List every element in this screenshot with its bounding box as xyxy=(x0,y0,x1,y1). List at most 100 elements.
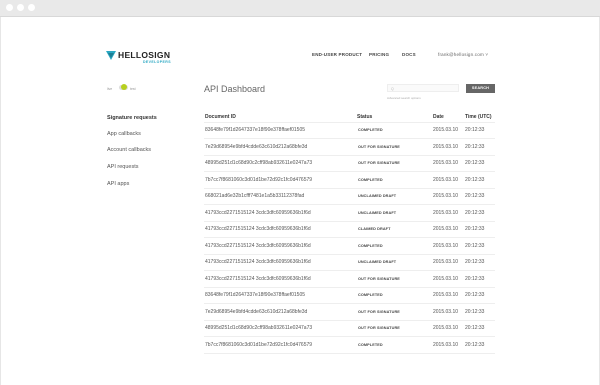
table-row-divider xyxy=(204,237,495,238)
brand-logo[interactable]: HELLOSIGN DEVELOPERS xyxy=(106,50,186,72)
time-cell: 20:12:33 xyxy=(465,127,485,133)
sidebar-item-api-requests[interactable]: API requests xyxy=(107,164,139,170)
date-cell: 2015.03.10 xyxy=(433,275,459,282)
status-badge: UNCLAIMED DRAFT xyxy=(358,194,397,198)
table-row-divider xyxy=(204,319,495,321)
document-id[interactable]: 7e29d68954e9bfd4cdde63c610d212a68bfe3d xyxy=(205,144,307,150)
document-id[interactable]: 668021ad6e32b1cfff7481e1a5b33112378fad xyxy=(205,193,304,199)
time-cell: 20:12:33 xyxy=(465,193,485,199)
sidebar-item-api-apps[interactable]: API apps xyxy=(107,181,129,187)
nav-docs[interactable]: DOCS xyxy=(402,52,416,57)
date-cell: 2015.03.10 xyxy=(433,143,459,150)
nav-end-user-product[interactable]: END-USER PRODUCT xyxy=(312,52,362,57)
table-row-divider xyxy=(204,253,495,255)
column-header-document-id[interactable]: Document ID xyxy=(205,114,236,120)
table-row-divider xyxy=(204,303,495,304)
date-cell: 2015.03.10 xyxy=(433,325,459,331)
document-id[interactable]: 83648fe79f1d2647337e18f90e378ffaef01505 xyxy=(205,292,305,298)
table-row-divider xyxy=(204,352,495,354)
status-badge: COMPLETED xyxy=(358,243,383,248)
status-badge: COMPLETED xyxy=(358,342,383,347)
status-badge: COMPLETED xyxy=(358,128,383,132)
document-id[interactable]: 48995d251d1c68d90c2cff98ab932611e0247a73 xyxy=(205,160,312,166)
time-cell: 20:12:33 xyxy=(465,275,485,282)
toggle-knob-icon[interactable] xyxy=(121,84,127,90)
mode-test-label: test xyxy=(130,87,136,91)
status-badge: CLAIMED DRAFT xyxy=(358,227,391,231)
column-header-time[interactable]: Time (UTC) xyxy=(465,114,492,120)
time-cell: 20:12:33 xyxy=(465,226,485,232)
time-cell: 20:12:33 xyxy=(465,209,485,216)
date-cell: 2015.03.10 xyxy=(433,209,459,216)
sidebar-item-signature-requests[interactable]: Signature requests xyxy=(107,115,157,121)
date-cell: 2015.03.10 xyxy=(433,341,459,348)
column-header-date[interactable]: Date xyxy=(433,114,444,120)
browser-chrome xyxy=(0,0,600,17)
account-menu[interactable]: frank@hellosign.com ˅ xyxy=(438,52,488,57)
time-cell: 20:12:33 xyxy=(465,242,485,249)
brand-name: HELLOSIGN xyxy=(118,50,171,60)
search-button[interactable]: SEARCH xyxy=(466,84,495,93)
table-row-divider xyxy=(204,336,495,337)
window-dot-icon[interactable] xyxy=(28,4,35,11)
time-cell: 20:12:33 xyxy=(465,259,485,265)
table-divider xyxy=(204,122,495,123)
page-title: API Dashboard xyxy=(204,84,266,94)
date-cell: 2015.03.10 xyxy=(433,160,459,166)
brand-sub: DEVELOPERS xyxy=(143,60,171,64)
table-row-divider xyxy=(204,220,495,222)
date-cell: 2015.03.10 xyxy=(433,292,459,298)
date-cell: 2015.03.10 xyxy=(433,193,459,199)
document-id[interactable]: 7b7cc7f8681060c3d01d1be72d92c1fc0d476579 xyxy=(205,177,312,183)
time-cell: 20:12:33 xyxy=(465,160,485,166)
nav-pricing[interactable]: PRICING xyxy=(369,52,389,57)
status-badge: OUT FOR SIGNATURE xyxy=(358,326,400,330)
status-badge: UNCLAIMED DRAFT xyxy=(358,260,397,264)
date-cell: 2015.03.10 xyxy=(433,308,459,315)
document-id[interactable]: 41793ccd2271515124 3cdc3dfc60959636b1f6d xyxy=(205,210,311,216)
page: HELLOSIGN DEVELOPERS END-USER PRODUCT PR… xyxy=(1,17,599,385)
date-cell: 2015.03.10 xyxy=(433,176,459,183)
status-badge: OUT FOR SIGNATURE xyxy=(358,144,400,149)
table-row-divider xyxy=(204,138,495,139)
time-cell: 20:12:33 xyxy=(465,176,485,183)
document-id[interactable]: 7e29d68954e9bfd4cdde63c610d212a68bfe3d xyxy=(205,309,307,315)
date-cell: 2015.03.10 xyxy=(433,226,459,232)
mode-live-label: live xyxy=(107,87,113,91)
document-id[interactable]: 41793ccd2271515124 3cdc3dfc60959636b1f6d xyxy=(205,276,311,282)
hellosign-logo-icon xyxy=(106,51,116,60)
sidebar-item-app-callbacks[interactable]: App callbacks xyxy=(107,131,141,137)
document-id[interactable]: 83648fe79f1d2647337e18f90e378ffaef01505 xyxy=(205,127,305,133)
document-id[interactable]: 48995d251d1c68d90c2cff98ab932611e0247a73 xyxy=(205,325,312,331)
document-id[interactable]: 41793ccd2271515124 3cdc3dfc60959636b1f6d xyxy=(205,226,311,232)
time-cell: 20:12:33 xyxy=(465,292,485,298)
time-cell: 20:12:33 xyxy=(465,325,485,331)
window-dot-icon[interactable] xyxy=(6,4,13,11)
time-cell: 20:12:33 xyxy=(465,341,485,348)
table-row-divider xyxy=(204,171,495,172)
sidebar-item-account-callbacks[interactable]: Account callbacks xyxy=(107,147,151,153)
table-row-divider xyxy=(204,187,495,189)
document-id[interactable]: 7b7cc7f8681060c3d01d1be72d92c1fc0d476579 xyxy=(205,342,312,348)
document-id[interactable]: 41793ccd2271515124 3cdc3dfc60959636b1f6d xyxy=(205,243,311,249)
status-badge: COMPLETED xyxy=(358,177,383,182)
search-input[interactable]: Q xyxy=(387,84,459,92)
document-id[interactable]: 41793ccd2271515124 3cdc3dfc60959636b1f6d xyxy=(205,259,311,265)
table-row-divider xyxy=(204,270,495,271)
status-badge: OUT FOR SIGNATURE xyxy=(358,161,400,165)
date-cell: 2015.03.10 xyxy=(433,242,459,249)
column-header-status[interactable]: Status xyxy=(357,114,372,120)
search-icon: Q xyxy=(391,87,394,91)
advanced-search-link[interactable]: Advanced search options xyxy=(387,96,421,100)
status-badge: COMPLETED xyxy=(358,293,383,297)
status-badge: OUT FOR SIGNATURE xyxy=(358,276,400,281)
date-cell: 2015.03.10 xyxy=(433,259,459,265)
table-row-divider xyxy=(204,204,495,205)
time-cell: 20:12:33 xyxy=(465,143,485,150)
time-cell: 20:12:33 xyxy=(465,308,485,315)
window-dot-icon[interactable] xyxy=(17,4,24,11)
status-badge: UNCLAIMED DRAFT xyxy=(358,210,397,215)
date-cell: 2015.03.10 xyxy=(433,127,459,133)
table-row-divider xyxy=(204,154,495,156)
table-row-divider xyxy=(204,286,495,288)
